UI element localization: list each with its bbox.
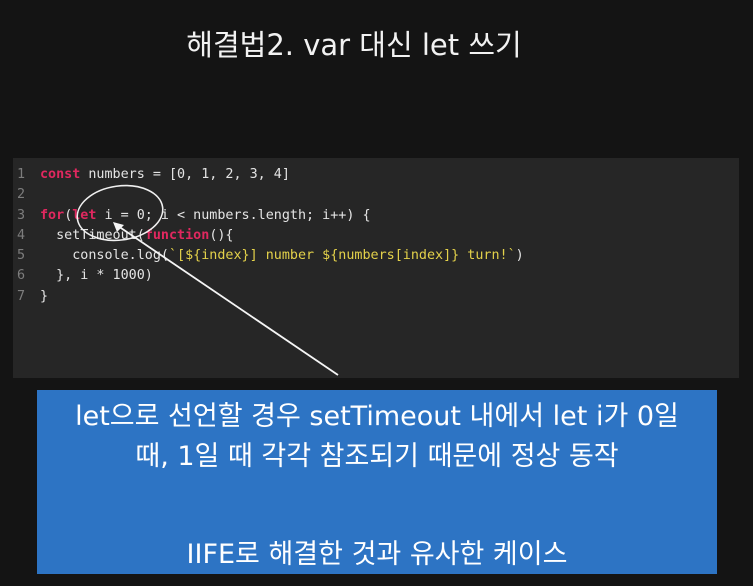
line-number: 4 [17,227,26,243]
caption-line-2: 때, 1일 때 각각 참조되기 때문에 정상 동작 [135,441,619,472]
code-token: (){ [209,227,234,243]
code-line: 5 console.log(`[${index}] number ${numbe… [13,246,524,266]
code-line: 3 for(let i = 0; i < numbers.length; i++)… [13,206,524,226]
code-lines: 1 const numbers = [0, 1, 2, 3, 4] 2 3 for(le… [13,165,524,307]
code-text: for(let i = 0; i < numbers.length; i++) … [33,206,371,226]
code-keyword: for [40,207,65,223]
line-number: 2 [17,187,26,203]
caption-line-1: let으로 선언할 경우 setTimeout 내에서 let i가 0일 [75,401,679,432]
code-text: const numbers = [0, 1, 2, 3, 4] [33,165,290,185]
code-line: 6 }, i * 1000) [13,266,524,286]
code-text: } [33,287,48,307]
line-number: 5 [17,248,26,264]
line-number: 6 [17,268,26,284]
code-block: 1 const numbers = [0, 1, 2, 3, 4] 2 3 for(le… [13,158,739,378]
code-keyword: let [72,207,97,223]
code-text: console.log(`[${index}] number ${numbers… [33,246,524,266]
code-token: setTimeout( [40,227,145,243]
code-token: } [40,288,49,304]
line-number: 1 [17,167,26,182]
slide-title: 해결법2. var 대신 let 쓰기 [186,28,522,62]
line-number: 7 [17,288,26,304]
code-text: setTimeout(function(){ [33,226,234,246]
code-keyword: const [40,167,81,182]
code-line: 2 [13,185,524,205]
code-token: i = 0; i < numbers.length; i++) { [96,207,371,223]
code-token: }, i * 1000) [40,268,153,284]
code-token: ) [515,248,524,264]
code-text: }, i * 1000) [33,266,153,286]
code-line: 7} [13,287,524,307]
code-line: 4 setTimeout(function(){ [13,226,524,246]
code-line: 1 const numbers = [0, 1, 2, 3, 4] [13,165,524,185]
caption-box: let으로 선언할 경우 setTimeout 내에서 let i가 0일 때,… [37,390,717,574]
code-keyword: function [144,227,210,243]
line-number: 3 [17,207,26,223]
code-token: numbers = [0, 1, 2, 3, 4] [80,167,290,182]
code-string: `[${index}] number ${numbers[index]} tur… [169,248,516,264]
caption-line-3: IIFE로 해결한 것과 유사한 케이스 [186,539,568,570]
code-token: console.log( [40,248,169,264]
